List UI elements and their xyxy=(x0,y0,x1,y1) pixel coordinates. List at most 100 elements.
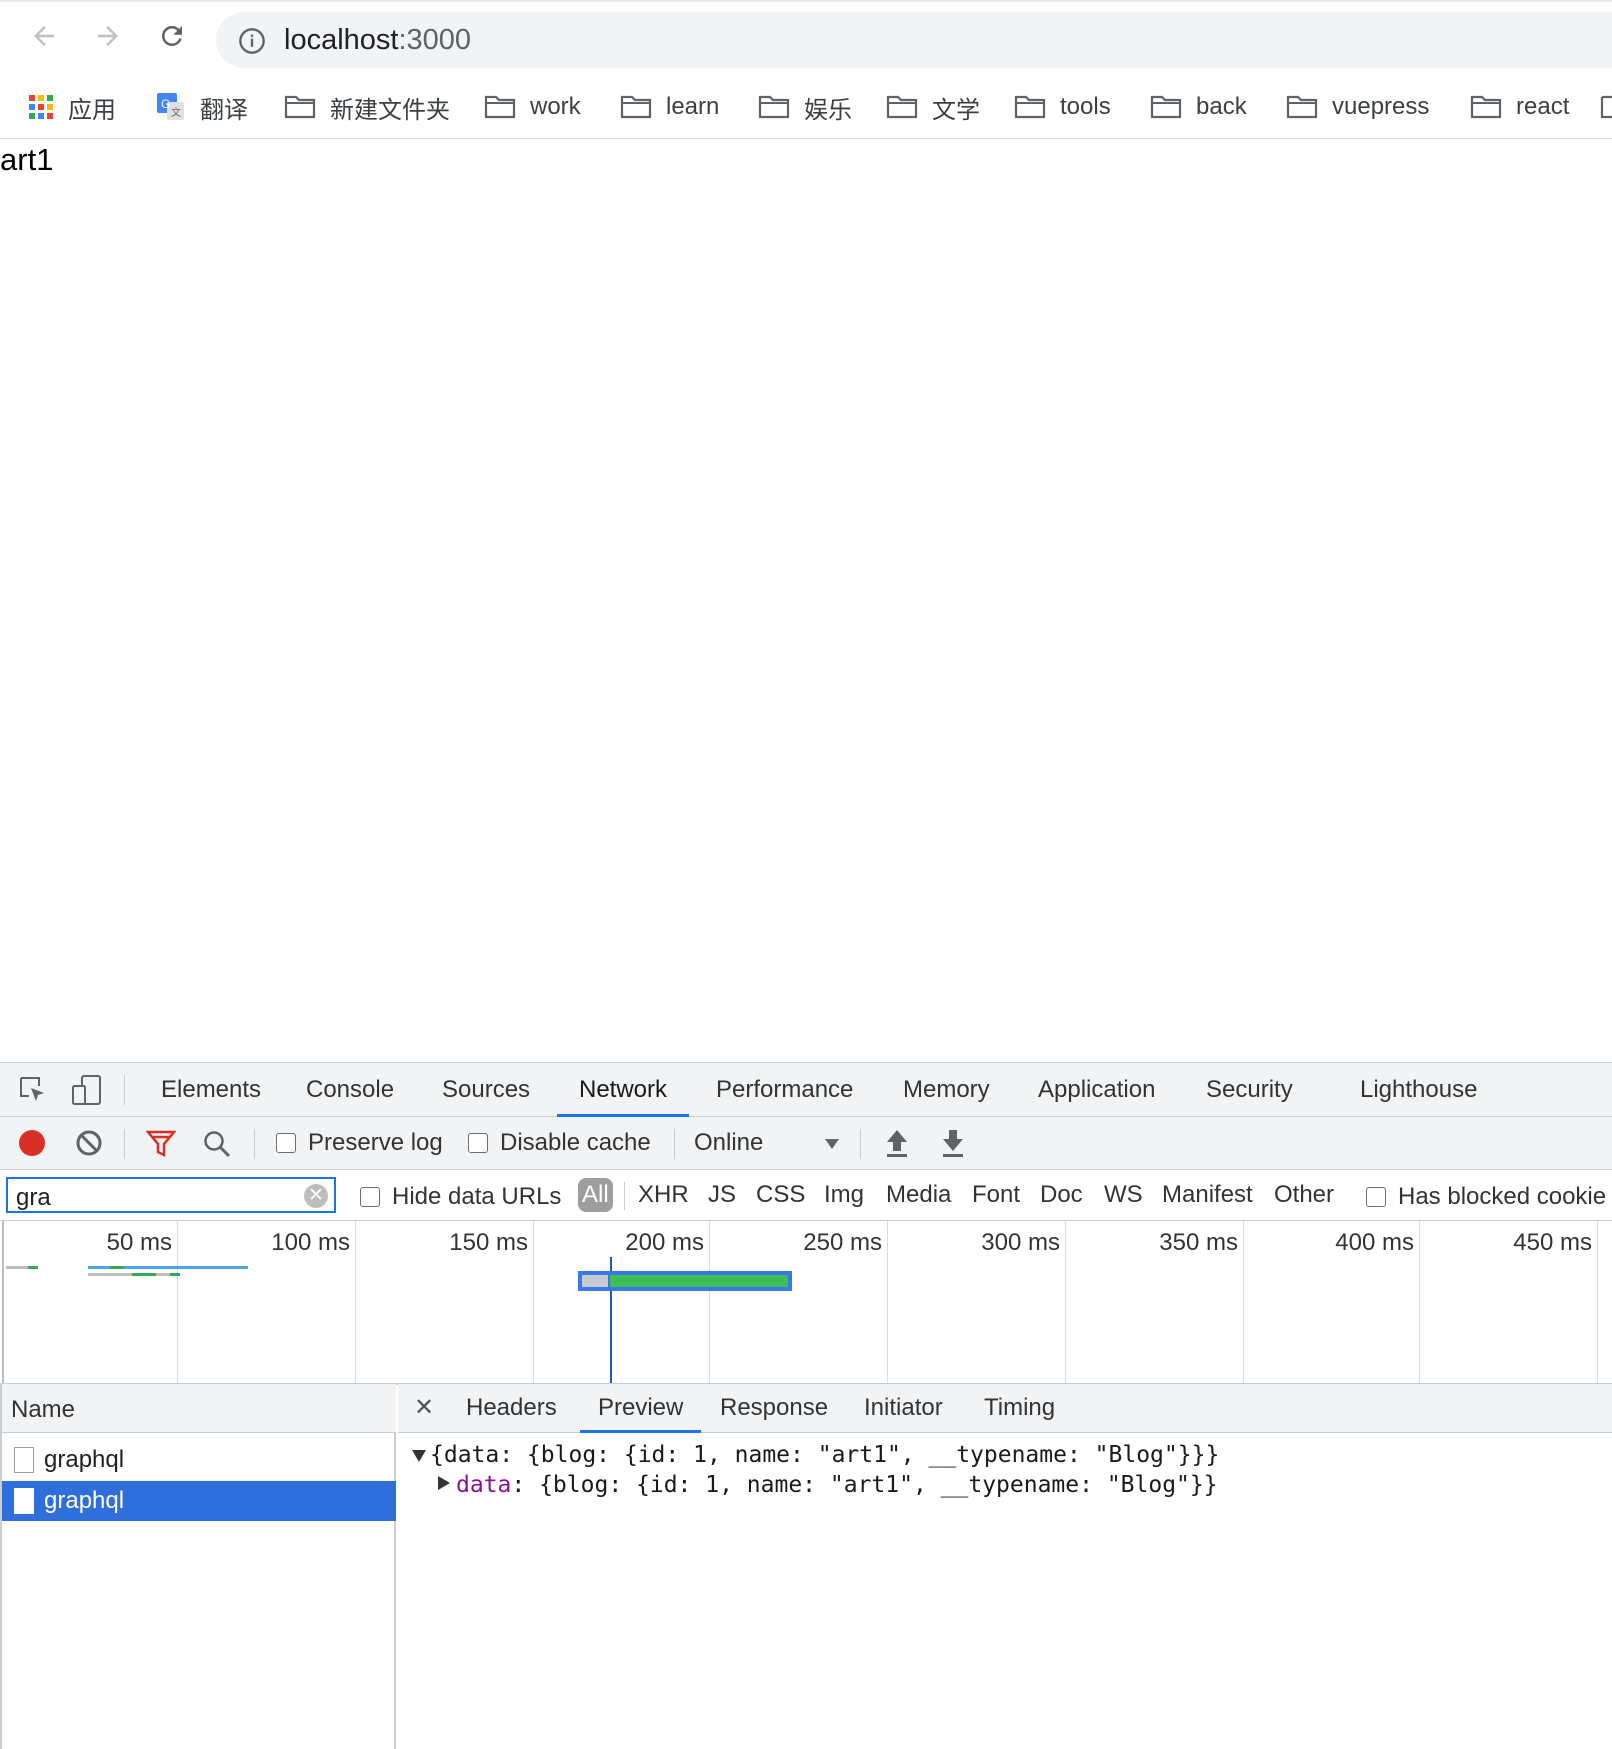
has-blocked-cookies-checkbox[interactable]: Has blocked cookie xyxy=(1366,1183,1606,1211)
checkbox-box[interactable] xyxy=(276,1133,296,1153)
timeline-tick: 350 ms xyxy=(1159,1229,1238,1256)
search-icon[interactable] xyxy=(202,1129,232,1159)
gridline xyxy=(177,1221,178,1383)
filter-type-doc[interactable]: Doc xyxy=(1040,1178,1083,1212)
bookmark-folder[interactable]: 娱乐 xyxy=(758,90,852,124)
request-row[interactable]: graphql xyxy=(2,1440,396,1480)
tab-headers[interactable]: Headers xyxy=(466,1384,557,1432)
tab-memory[interactable]: Memory xyxy=(903,1063,990,1116)
network-overview-timeline[interactable]: 50 ms 100 ms 150 ms 200 ms 250 ms 300 ms… xyxy=(0,1221,1612,1385)
preserve-log-checkbox[interactable]: Preserve log xyxy=(276,1129,443,1157)
timeline-tick: 300 ms xyxy=(981,1229,1060,1256)
disable-cache-checkbox[interactable]: Disable cache xyxy=(468,1129,651,1157)
clear-filter-icon[interactable]: ✕ xyxy=(304,1184,328,1208)
device-toolbar-icon[interactable] xyxy=(70,1073,104,1107)
gridline xyxy=(533,1221,534,1383)
timeline-tick: 50 ms xyxy=(106,1229,172,1256)
bookmark-folder[interactable]: back xyxy=(1150,90,1247,124)
folder-icon xyxy=(1014,95,1046,119)
tab-network[interactable]: Network xyxy=(556,1063,690,1117)
svg-text:文: 文 xyxy=(171,106,181,119)
bar-waiting-segment xyxy=(582,1275,608,1287)
tab-application[interactable]: Application xyxy=(1038,1063,1155,1116)
folder-icon xyxy=(284,95,316,119)
gridline xyxy=(1243,1221,1244,1383)
bookmark-folder[interactable]: 新建文件夹 xyxy=(284,90,450,124)
tab-performance[interactable]: Performance xyxy=(716,1063,853,1116)
network-split-view: Name graphql graphql ✕ Headers Preview R… xyxy=(0,1384,1612,1749)
clear-icon[interactable] xyxy=(75,1129,103,1157)
checkbox-box[interactable] xyxy=(360,1187,380,1207)
tab-console[interactable]: Console xyxy=(306,1063,394,1116)
import-har-icon[interactable] xyxy=(884,1127,910,1159)
arrow-right-icon xyxy=(98,26,118,46)
record-icon[interactable] xyxy=(18,1129,46,1157)
tab-sources[interactable]: Sources xyxy=(442,1063,530,1116)
document-icon xyxy=(14,1447,34,1473)
filter-icon[interactable] xyxy=(146,1129,176,1159)
filter-type-font[interactable]: Font xyxy=(972,1178,1020,1212)
close-icon[interactable]: ✕ xyxy=(414,1384,434,1432)
bookmark-folder[interactable]: react xyxy=(1470,90,1569,124)
filter-type-img[interactable]: Img xyxy=(824,1178,864,1212)
preview-data-property[interactable]: data: {blog: {id: 1, name: "art1", __typ… xyxy=(456,1472,1218,1498)
throttling-select[interactable]: Online xyxy=(694,1126,840,1160)
forward-button[interactable] xyxy=(86,14,130,58)
export-har-icon[interactable] xyxy=(940,1127,966,1159)
filter-input[interactable]: gra ✕ xyxy=(6,1177,336,1213)
address-url: localhost:3000 xyxy=(284,24,472,56)
timeline-bar xyxy=(170,1273,180,1276)
separator xyxy=(624,1182,625,1210)
selected-request-bar xyxy=(578,1271,792,1291)
expanded-triangle-icon[interactable] xyxy=(412,1450,426,1462)
bookmark-label: 翻译 xyxy=(200,96,248,124)
bookmark-folder[interactable]: vuepress xyxy=(1286,90,1429,124)
request-list: Name graphql graphql xyxy=(0,1384,396,1749)
collapsed-triangle-icon[interactable] xyxy=(438,1476,450,1490)
bookmark-label: learn xyxy=(666,93,720,120)
gridline xyxy=(887,1221,888,1383)
bookmark-folder[interactable]: tools xyxy=(1014,90,1111,124)
bookmark-folder[interactable]: learn xyxy=(620,90,719,124)
tab-lighthouse[interactable]: Lighthouse xyxy=(1360,1063,1477,1116)
request-list-header[interactable]: Name xyxy=(2,1384,396,1433)
tab-initiator[interactable]: Initiator xyxy=(864,1384,943,1432)
gridline xyxy=(2,1221,4,1383)
filter-type-css[interactable]: CSS xyxy=(756,1178,805,1212)
separator xyxy=(124,1129,125,1159)
bookmark-label: back xyxy=(1196,93,1247,120)
bookmark-folder[interactable]: work xyxy=(484,90,581,124)
checkbox-label: Preserve log xyxy=(308,1129,443,1156)
filter-type-ws[interactable]: WS xyxy=(1104,1178,1143,1212)
checkbox-box[interactable] xyxy=(1366,1187,1386,1207)
filter-input-value: gra xyxy=(16,1184,51,1211)
filter-type-js[interactable]: JS xyxy=(708,1178,736,1212)
bookmark-apps[interactable]: 应用 xyxy=(28,90,116,124)
filter-type-all[interactable]: All xyxy=(578,1178,613,1212)
folder-icon xyxy=(484,95,516,119)
tab-response[interactable]: Response xyxy=(720,1384,828,1432)
preview-root-object[interactable]: {data: {blog: {id: 1, name: "art1", __ty… xyxy=(430,1442,1219,1468)
bookmarks-bar: 应用 G文 翻译 新建文件夹 work learn 娱乐 文学 tools ba… xyxy=(0,76,1612,139)
filter-type-other[interactable]: Other xyxy=(1274,1178,1334,1212)
filter-type-media[interactable]: Media xyxy=(886,1178,951,1212)
request-name: graphql xyxy=(44,1487,125,1514)
bookmark-translate[interactable]: G文 翻译 xyxy=(156,90,248,124)
bookmark-overflow[interactable] xyxy=(1600,90,1612,124)
tab-security[interactable]: Security xyxy=(1206,1063,1293,1116)
hide-data-urls-checkbox[interactable]: Hide data URLs xyxy=(360,1183,561,1211)
gridline xyxy=(709,1221,710,1383)
apps-grid-icon xyxy=(29,95,53,119)
filter-type-manifest[interactable]: Manifest xyxy=(1162,1178,1253,1212)
checkbox-box[interactable] xyxy=(468,1133,488,1153)
address-bar[interactable]: localhost:3000 xyxy=(216,12,1612,68)
filter-type-xhr[interactable]: XHR xyxy=(638,1178,689,1212)
tab-timing[interactable]: Timing xyxy=(984,1384,1055,1432)
request-row-selected[interactable]: graphql xyxy=(2,1481,396,1521)
inspect-element-icon[interactable] xyxy=(18,1075,48,1105)
tab-preview[interactable]: Preview xyxy=(579,1384,702,1433)
reload-button[interactable] xyxy=(150,14,194,58)
back-button[interactable] xyxy=(22,14,66,58)
tab-elements[interactable]: Elements xyxy=(161,1063,261,1116)
bookmark-folder[interactable]: 文学 xyxy=(886,90,980,124)
